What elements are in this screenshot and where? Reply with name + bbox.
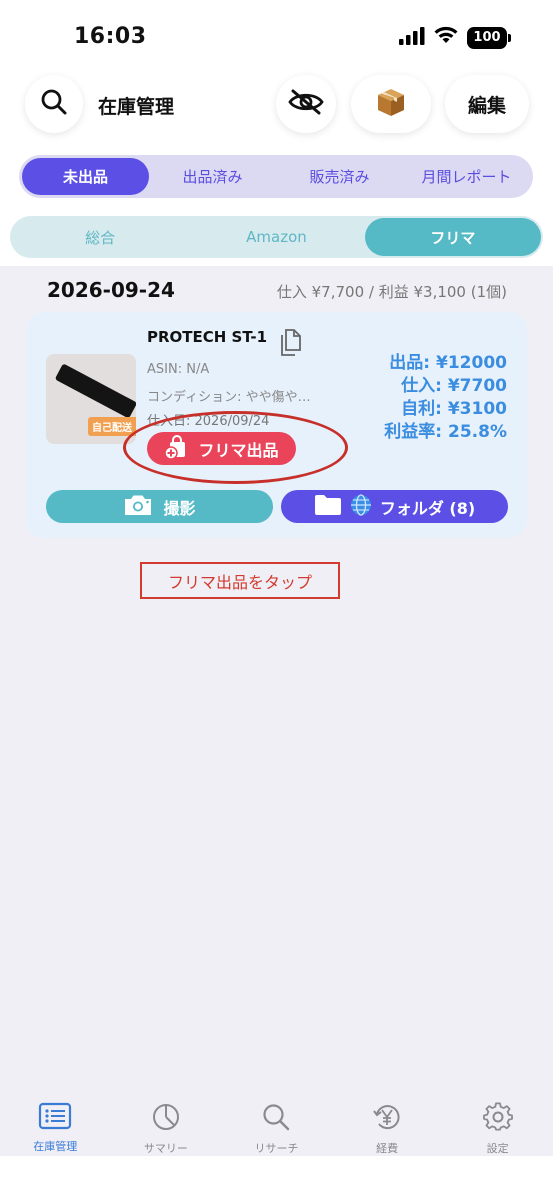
product-name: PROTECH ST-1 <box>147 328 268 346</box>
price-summary: 出品: ¥12000 仕入: ¥7700 自利: ¥3100 利益率: 25.8… <box>384 352 507 444</box>
tabbar-settings[interactable]: 設定 <box>442 1088 553 1156</box>
eye-slash-icon <box>287 88 325 120</box>
header: 在庫管理 編集 <box>0 75 553 135</box>
search-icon <box>39 87 69 121</box>
date-group-header: 2026-09-24 仕入 ¥7,700 / 利益 ¥3,100 (1個) <box>47 278 507 304</box>
edit-button[interactable]: 編集 <box>445 75 529 133</box>
purchase-price: 仕入: ¥7700 <box>401 376 507 396</box>
yen-icon <box>372 1102 402 1136</box>
camera-icon <box>123 493 153 521</box>
wifi-icon <box>433 26 459 49</box>
page-title: 在庫管理 <box>98 96 175 118</box>
tab-listed[interactable]: 出品済み <box>149 158 276 195</box>
battery-icon: 100 <box>467 26 511 49</box>
tabbar-expenses[interactable]: 経費 <box>332 1088 443 1156</box>
product-thumbnail[interactable]: 自己配送 <box>46 354 136 444</box>
status-icons: 100 <box>399 26 511 49</box>
search-button[interactable] <box>25 75 83 133</box>
status-bar: 16:03 100 <box>0 0 553 70</box>
photo-button-label: 撮影 <box>163 498 196 518</box>
tabbar-summary[interactable]: サマリー <box>111 1088 222 1156</box>
tabbar-label-summary: サマリー <box>143 1142 188 1155</box>
folder-button[interactable]: フォルダ (8) <box>281 490 508 523</box>
shipping-tag: 自己配送 <box>88 417 136 436</box>
status-time: 16:03 <box>74 24 147 49</box>
folder-icon <box>314 494 342 520</box>
tabbar-research[interactable]: リサーチ <box>221 1088 332 1156</box>
box-icon <box>375 86 407 122</box>
group-date: 2026-09-24 <box>47 278 175 302</box>
tab-all[interactable]: 総合 <box>12 218 188 256</box>
tab-monthly-report[interactable]: 月間レポート <box>403 158 530 195</box>
tab-frima[interactable]: フリマ <box>364 218 541 256</box>
package-button[interactable] <box>351 75 431 133</box>
search-icon <box>261 1102 291 1136</box>
tabbar-label-inventory: 在庫管理 <box>33 1140 78 1153</box>
tabbar-label-expenses: 経費 <box>376 1142 399 1155</box>
profit-margin: 利益率: 25.8% <box>384 422 507 442</box>
inventory-card[interactable]: 自己配送 PROTECH ST-1 ASIN: N/A コンディション: やや傷… <box>26 312 527 538</box>
summary-chart-icon <box>151 1102 181 1136</box>
toggle-visibility-button[interactable] <box>276 75 336 133</box>
globe-icon <box>350 493 372 520</box>
product-image <box>54 363 136 419</box>
annotation-highlight <box>123 411 348 484</box>
listing-price: 出品: ¥12000 <box>389 353 507 373</box>
signal-icon <box>399 26 425 49</box>
tabbar-label-research: リサーチ <box>254 1142 299 1155</box>
tutorial-hint: フリマ出品をタップ <box>140 562 340 599</box>
bottom-tab-bar: 在庫管理 サマリー リサーチ 経費 設定 <box>0 1088 553 1156</box>
tabbar-inventory[interactable]: 在庫管理 <box>0 1088 111 1156</box>
copy-icon[interactable] <box>278 328 304 362</box>
group-summary: 仕入 ¥7,700 / 利益 ¥3,100 (1個) <box>276 283 507 301</box>
gear-icon <box>482 1102 513 1136</box>
product-asin: ASIN: N/A <box>147 362 210 377</box>
main-tabs: 未出品 出品済み 販売済み 月間レポート <box>19 155 533 198</box>
home-indicator-area <box>0 1156 553 1200</box>
tab-amazon[interactable]: Amazon <box>188 218 364 256</box>
tab-unlisted[interactable]: 未出品 <box>22 158 149 195</box>
screen: 16:03 100 在庫管理 編集 未出品 出品済み 販売済み 月間レポート 総… <box>0 0 553 1200</box>
folder-button-label: フォルダ (8) <box>379 498 476 518</box>
inventory-list: 2026-09-24 仕入 ¥7,700 / 利益 ¥3,100 (1個) 自己… <box>0 266 553 1088</box>
tabbar-label-settings: 設定 <box>486 1142 509 1155</box>
card-actions: 撮影 フォルダ (8) <box>46 490 508 523</box>
tab-sold[interactable]: 販売済み <box>276 158 403 195</box>
product-condition: コンディション: やや傷や… <box>147 390 311 405</box>
inventory-list-icon <box>38 1102 72 1134</box>
profit-amount: 自利: ¥3100 <box>401 399 507 419</box>
photo-button[interactable]: 撮影 <box>46 490 273 523</box>
channel-tabs: 総合 Amazon フリマ <box>10 216 543 258</box>
